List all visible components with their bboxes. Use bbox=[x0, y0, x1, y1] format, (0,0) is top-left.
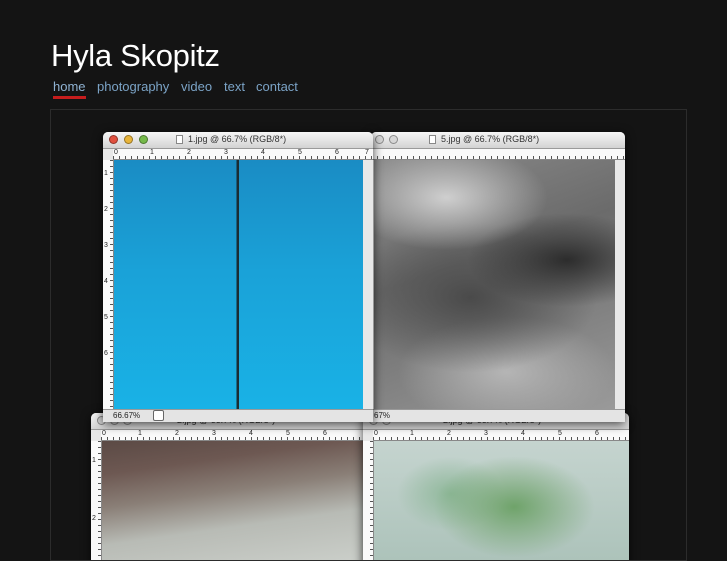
zoom-level[interactable]: 66.67% bbox=[113, 411, 140, 420]
ruler-number: 2 bbox=[187, 149, 191, 156]
minimize-icon[interactable] bbox=[389, 135, 398, 144]
image-window-sky[interactable]: 1.jpg @ 66.7% (RGB/8*) 0 1 2 3 4 5 6 7 1… bbox=[103, 132, 373, 422]
window-title: 1.jpg @ 66.7% (RGB/8*) bbox=[188, 134, 287, 144]
ruler-number: 5 bbox=[104, 314, 108, 321]
ruler-number: 3 bbox=[484, 430, 488, 437]
ruler-number: 1 bbox=[138, 430, 142, 437]
status-bar: 66.67% bbox=[103, 409, 373, 422]
ruler-number: 1 bbox=[104, 170, 108, 177]
zoom-level[interactable]: 67% bbox=[374, 411, 390, 420]
horizontal-ruler[interactable] bbox=[371, 149, 625, 160]
ruler-number: 1 bbox=[410, 430, 414, 437]
vertical-ruler[interactable] bbox=[363, 441, 374, 560]
image-window-field[interactable]: 2.jpg @ 66.7% (RGB/8*) 0 1 2 3 4 5 6 1 2 bbox=[91, 413, 363, 560]
ruler-number: 0 bbox=[374, 430, 378, 437]
ruler-number: 3 bbox=[224, 149, 228, 156]
ruler-number: 2 bbox=[104, 206, 108, 213]
image-window-fabric[interactable]: 5.jpg @ 66.7% (RGB/8*) 67% bbox=[371, 132, 625, 422]
nav-home[interactable]: home bbox=[53, 79, 86, 94]
zoom-icon[interactable] bbox=[139, 135, 148, 144]
vertical-ruler[interactable]: 1 2 bbox=[91, 441, 102, 560]
window-titlebar[interactable]: 1.jpg @ 66.7% (RGB/8*) bbox=[103, 132, 373, 149]
ruler-number: 5 bbox=[298, 149, 302, 156]
ruler-number: 6 bbox=[335, 149, 339, 156]
active-nav-underline bbox=[53, 96, 86, 99]
ruler-number: 2 bbox=[447, 430, 451, 437]
ruler-number: 2 bbox=[92, 515, 96, 522]
photo-tree-in-fog bbox=[374, 441, 629, 560]
ruler-number: 1 bbox=[92, 457, 96, 464]
close-icon[interactable] bbox=[109, 135, 118, 144]
close-icon[interactable] bbox=[375, 135, 384, 144]
ruler-number: 0 bbox=[114, 149, 118, 156]
ruler-number: 6 bbox=[323, 430, 327, 437]
ruler-number: 4 bbox=[261, 149, 265, 156]
nav-photography[interactable]: photography bbox=[97, 79, 169, 94]
ruler-number: 4 bbox=[249, 430, 253, 437]
ruler-number: 3 bbox=[212, 430, 216, 437]
gallery-panel: 2.jpg @ 66.7% (RGB/8*) 0 1 2 3 4 5 6 1 2… bbox=[50, 109, 687, 561]
ruler-number: 4 bbox=[521, 430, 525, 437]
document-icon bbox=[429, 135, 436, 144]
photo-gray-fabric bbox=[374, 160, 615, 410]
nav-video[interactable]: video bbox=[181, 79, 212, 94]
horizontal-ruler[interactable]: 0 1 2 3 4 5 6 7 bbox=[113, 149, 373, 160]
ruler-number: 7 bbox=[365, 149, 369, 156]
ruler-number: 4 bbox=[104, 278, 108, 285]
minimize-icon[interactable] bbox=[124, 135, 133, 144]
ruler-number: 5 bbox=[558, 430, 562, 437]
ruler-number: 6 bbox=[595, 430, 599, 437]
status-menu-icon[interactable] bbox=[153, 410, 164, 421]
horizontal-ruler[interactable]: 0 1 2 3 4 5 6 bbox=[373, 430, 629, 441]
nav-contact[interactable]: contact bbox=[256, 79, 298, 94]
ruler-number: 6 bbox=[104, 350, 108, 357]
ruler-number: 0 bbox=[102, 430, 106, 437]
window-title: 5.jpg @ 66.7% (RGB/8*) bbox=[441, 134, 540, 144]
nav-text[interactable]: text bbox=[224, 79, 245, 94]
image-window-tree[interactable]: 2.jpg @ 66.7% (RGB/8*) 0 1 2 3 4 5 6 bbox=[363, 413, 629, 560]
ruler-number: 2 bbox=[175, 430, 179, 437]
photo-blue-sky-antenna bbox=[114, 160, 363, 410]
photo-snowy-field bbox=[102, 441, 363, 560]
ruler-number: 1 bbox=[150, 149, 154, 156]
ruler-number: 3 bbox=[104, 242, 108, 249]
ruler-number: 5 bbox=[286, 430, 290, 437]
document-icon bbox=[176, 135, 183, 144]
horizontal-ruler[interactable]: 0 1 2 3 4 5 6 bbox=[101, 430, 363, 441]
window-titlebar[interactable]: 5.jpg @ 66.7% (RGB/8*) bbox=[371, 132, 625, 149]
status-bar: 67% bbox=[371, 409, 625, 422]
vertical-ruler[interactable]: 1 2 3 4 5 6 bbox=[103, 160, 114, 410]
site-title: Hyla Skopitz bbox=[51, 38, 220, 73]
